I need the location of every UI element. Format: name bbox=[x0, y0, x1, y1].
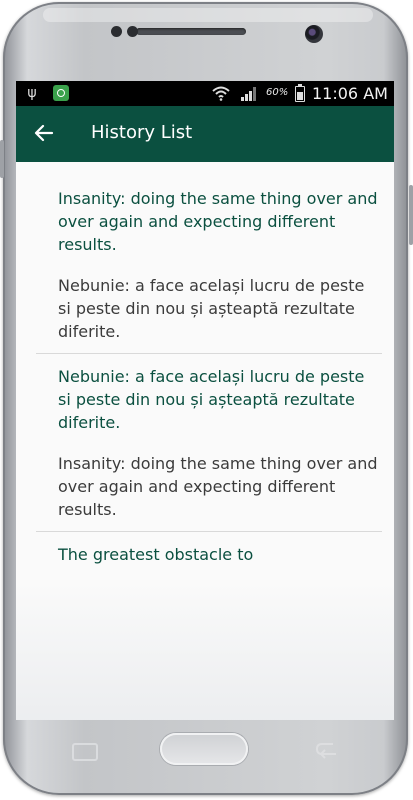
wifi-icon bbox=[212, 86, 230, 101]
battery-percentage: 60% bbox=[266, 87, 289, 98]
signal-icon bbox=[241, 87, 256, 101]
history-list: Insanity: doing the same thing over and … bbox=[16, 162, 394, 566]
app-bar: History List bbox=[16, 106, 394, 162]
app-notification-icon bbox=[53, 85, 69, 101]
power-button bbox=[409, 185, 413, 245]
status-bar: ψ 60% 11:06 AM bbox=[16, 81, 394, 106]
volume-button bbox=[0, 140, 4, 178]
history-translation-text: Insanity: doing the same thing over and … bbox=[58, 454, 378, 519]
usb-icon: ψ bbox=[27, 85, 37, 101]
proximity-sensor bbox=[111, 26, 122, 37]
recent-apps-button[interactable] bbox=[72, 743, 98, 761]
history-source-text: The greatest obstacle to bbox=[58, 545, 254, 564]
page-title: History List bbox=[91, 122, 193, 143]
arrow-left-icon[interactable] bbox=[32, 121, 56, 145]
history-item[interactable]: Nebunie: a face același lucru de peste s… bbox=[36, 354, 382, 532]
screen: ψ 60% 11:06 AM History List Insanity: do… bbox=[16, 81, 394, 720]
light-sensor bbox=[127, 26, 138, 37]
history-item[interactable]: Insanity: doing the same thing over and … bbox=[36, 162, 382, 354]
history-item[interactable]: The greatest obstacle to bbox=[36, 532, 382, 566]
history-source-text: Nebunie: a face același lucru de peste s… bbox=[58, 367, 365, 432]
earpiece bbox=[136, 28, 246, 35]
status-clock: 11:06 AM bbox=[312, 84, 388, 103]
home-button[interactable] bbox=[160, 733, 248, 765]
history-source-text: Insanity: doing the same thing over and … bbox=[58, 189, 378, 254]
history-translation-text: Nebunie: a face același lucru de peste s… bbox=[58, 276, 365, 341]
battery-icon bbox=[295, 84, 305, 102]
screen-glare bbox=[16, 581, 394, 720]
front-camera bbox=[305, 25, 323, 43]
back-icon[interactable] bbox=[314, 741, 340, 759]
phone-sheen bbox=[43, 8, 373, 22]
